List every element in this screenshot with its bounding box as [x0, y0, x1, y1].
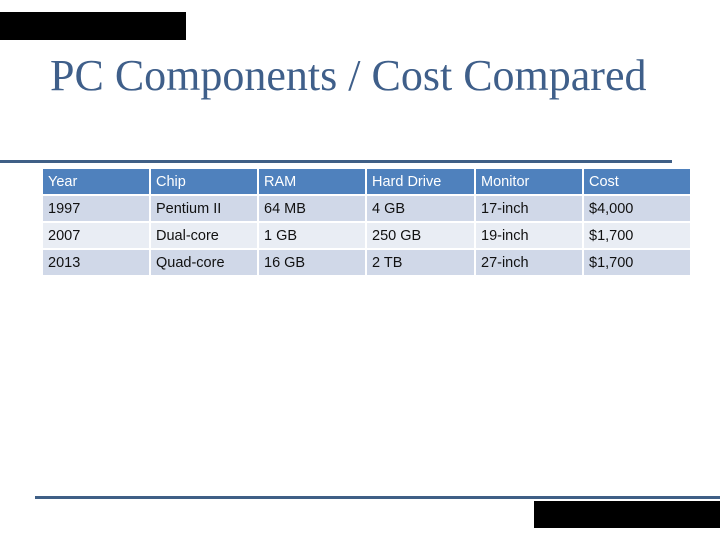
header-chip: Chip: [151, 169, 257, 194]
cell-year: 2007: [43, 223, 149, 248]
cell-cost: $4,000: [584, 196, 690, 221]
cell-ram: 64 MB: [259, 196, 365, 221]
cell-chip: Dual-core: [151, 223, 257, 248]
header-ram: RAM: [259, 169, 365, 194]
cell-cost: $1,700: [584, 250, 690, 275]
redaction-bar-bottom: [534, 501, 720, 528]
cell-hard-drive: 250 GB: [367, 223, 474, 248]
divider-bottom: [35, 496, 720, 499]
cell-cost: $1,700: [584, 223, 690, 248]
components-cost-table: Year Chip RAM Hard Drive Monitor Cost 19…: [41, 167, 692, 277]
redaction-bar-top: [0, 12, 186, 40]
cell-year: 2013: [43, 250, 149, 275]
cell-ram: 1 GB: [259, 223, 365, 248]
table-header-row: Year Chip RAM Hard Drive Monitor Cost: [43, 169, 690, 194]
divider-top: [0, 160, 672, 163]
table-row: 1997 Pentium II 64 MB 4 GB 17-inch $4,00…: [43, 196, 690, 221]
cell-monitor: 19-inch: [476, 223, 582, 248]
cell-monitor: 17-inch: [476, 196, 582, 221]
cell-chip: Pentium II: [151, 196, 257, 221]
cell-hard-drive: 4 GB: [367, 196, 474, 221]
table-row: 2013 Quad-core 16 GB 2 TB 27-inch $1,700: [43, 250, 690, 275]
slide-title: PC Components / Cost Compared: [50, 51, 647, 100]
cell-year: 1997: [43, 196, 149, 221]
cell-chip: Quad-core: [151, 250, 257, 275]
header-hard-drive: Hard Drive: [367, 169, 474, 194]
cell-ram: 16 GB: [259, 250, 365, 275]
cell-hard-drive: 2 TB: [367, 250, 474, 275]
header-year: Year: [43, 169, 149, 194]
header-monitor: Monitor: [476, 169, 582, 194]
header-cost: Cost: [584, 169, 690, 194]
cell-monitor: 27-inch: [476, 250, 582, 275]
table-row: 2007 Dual-core 1 GB 250 GB 19-inch $1,70…: [43, 223, 690, 248]
